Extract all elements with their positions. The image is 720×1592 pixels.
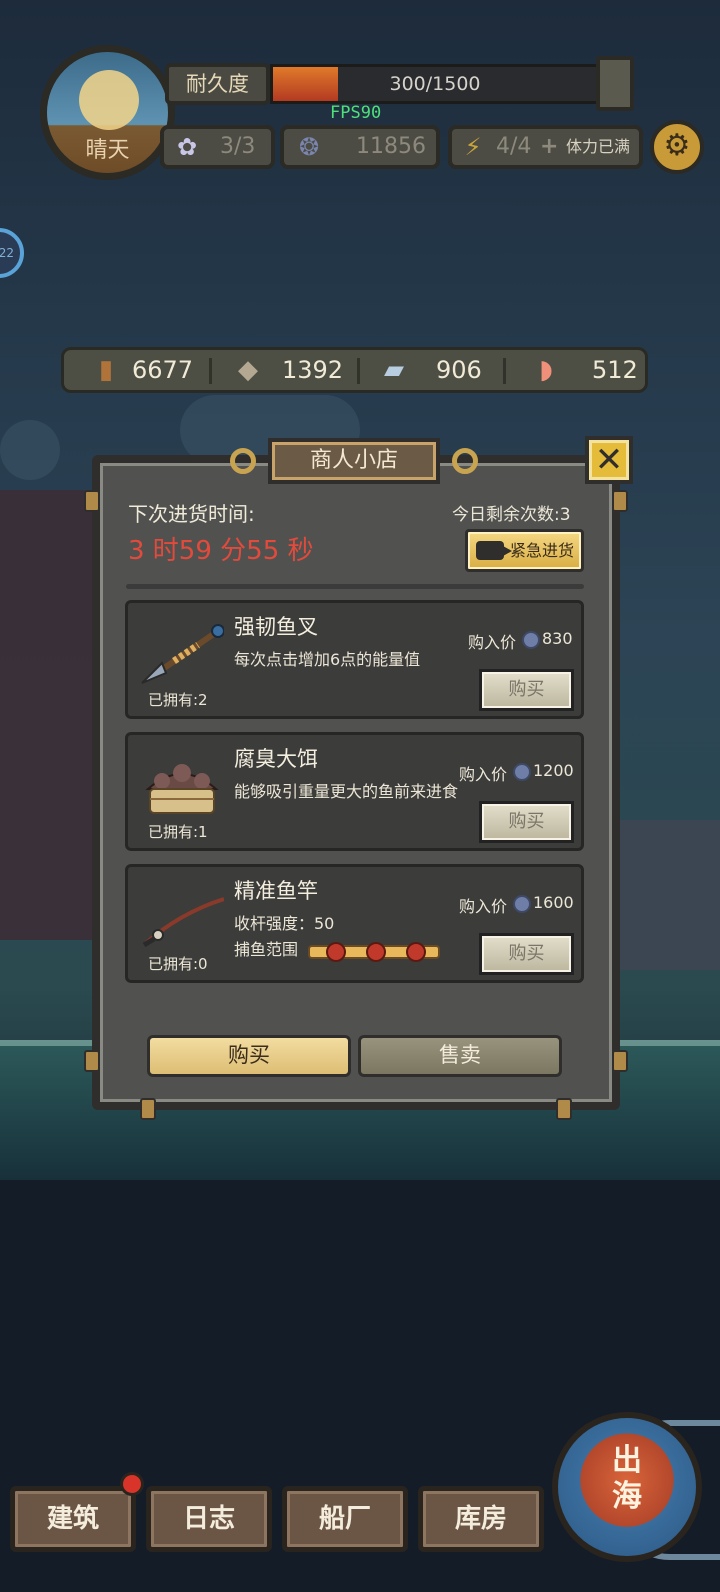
nav-log-button[interactable]: 日志	[146, 1486, 272, 1552]
range-marker	[366, 942, 386, 962]
weather-label: 晴天	[85, 138, 130, 163]
stamina-status: 体力已满	[566, 137, 631, 156]
buy-button[interactable]: 购买	[479, 801, 574, 843]
bait-value: 3/3	[220, 134, 256, 159]
cloud	[0, 420, 60, 480]
lightning-icon: ⚡	[464, 133, 482, 161]
buy-button[interactable]: 购买	[479, 669, 574, 711]
stamina-plus-icon[interactable]: +	[540, 129, 558, 165]
resource-bar: ▮ 6677 ◆ 1392 ▰ 906 ◗ 512	[61, 347, 648, 393]
coin-icon	[522, 631, 540, 649]
divider	[209, 358, 212, 384]
sun-icon	[79, 70, 139, 130]
item-name: 腐臭大饵	[234, 747, 318, 771]
tab-buy[interactable]: 购买	[147, 1035, 351, 1077]
range-marker	[326, 942, 346, 962]
item-name: 强韧鱼叉	[234, 615, 318, 639]
urgent-restock-label: 紧急进货	[510, 541, 575, 560]
tab-sell[interactable]: 售卖	[358, 1035, 562, 1077]
item-owned: 已拥有:0	[148, 955, 208, 973]
durability-bar-cap	[596, 56, 634, 111]
title-ring	[230, 448, 256, 474]
nav-warehouse-button[interactable]: 库房	[418, 1486, 544, 1552]
harpoon-icon	[141, 624, 224, 684]
next-restock-label: 下次进货时间:	[128, 502, 255, 526]
price-label: 购入价	[468, 633, 517, 652]
item-price: 830	[542, 629, 573, 648]
item-description: 收杆强度：50	[234, 914, 335, 933]
range-label: 捕鱼范围	[234, 940, 299, 959]
frame-bolt	[84, 490, 100, 512]
restock-countdown: 3 时59 分55 秒	[128, 536, 314, 566]
resource-value: 906	[436, 356, 482, 384]
item-description: 能够吸引重量更大的鱼前来进食	[234, 782, 459, 801]
iron-ingot-icon: ▰	[384, 355, 404, 385]
remaining-restocks: 今日剩余次数:3	[452, 505, 571, 525]
bait-bucket-icon	[145, 764, 219, 814]
divider	[357, 358, 360, 384]
resource-value: 1392	[282, 356, 344, 384]
go-to-sea-label: 出 海	[612, 1443, 642, 1514]
resource-value: 6677	[132, 356, 194, 384]
resource-wood: ▮ 6677	[88, 350, 208, 390]
stone-icon: ◆	[238, 355, 258, 385]
fishing-range-bar	[308, 942, 440, 962]
item-price: 1600	[533, 893, 574, 912]
stamina-counter[interactable]: ⚡ 4/4 + 体力已满	[448, 125, 643, 169]
durability-bar: 300/1500	[270, 64, 600, 104]
title-ring	[452, 448, 478, 474]
durability-text: 300/1500	[389, 73, 481, 95]
frame-bolt	[612, 490, 628, 512]
urgent-restock-button[interactable]: 紧急进货	[465, 529, 584, 572]
divider	[503, 358, 506, 384]
coin-icon: ❂	[298, 133, 320, 161]
item-owned: 已拥有:2	[148, 691, 208, 709]
item-owned: 已拥有:1	[148, 823, 208, 841]
notification-dot	[120, 1472, 144, 1496]
bait-counter[interactable]: ✿ 3/3	[160, 125, 275, 169]
coin-icon	[513, 763, 531, 781]
resource-iron: ▰ 906	[376, 350, 496, 390]
coin-icon	[513, 895, 531, 913]
flower-icon: ✿	[176, 133, 198, 161]
frame-bolt	[612, 1050, 628, 1072]
fish-meat-icon: ◗	[539, 355, 553, 385]
ship-hull-right	[610, 820, 720, 970]
section-divider	[126, 584, 584, 589]
frame-bolt	[556, 1098, 572, 1120]
resource-value: 512	[592, 356, 638, 384]
shop-item-rod: 精准鱼竿 收杆强度：50 捕鱼范围 已拥有:0 购入价 1600 购买	[125, 864, 584, 983]
buy-button[interactable]: 购买	[479, 933, 574, 975]
resource-fish-meat: ◗ 512	[528, 350, 648, 390]
coin-value: 11856	[356, 134, 426, 159]
shop-item-harpoon: 强韧鱼叉 每次点击增加6点的能量值 已拥有:2 购入价 830 购买	[125, 600, 584, 719]
side-badge-button[interactable]: 22	[0, 228, 24, 278]
stamina-value: 4/4	[496, 134, 532, 159]
fishing-rod-icon	[142, 897, 224, 948]
fps-counter: FPS90	[330, 103, 382, 123]
price-label: 购入价	[459, 897, 508, 916]
item-price: 1200	[533, 761, 574, 780]
frame-bolt	[140, 1098, 156, 1120]
coin-counter[interactable]: ❂ 11856	[280, 125, 440, 169]
item-name: 精准鱼竿	[234, 879, 318, 903]
range-marker	[406, 942, 426, 962]
item-description: 每次点击增加6点的能量值	[234, 650, 421, 669]
close-icon[interactable]: ✕	[585, 436, 633, 484]
durability-label: 耐久度	[165, 63, 270, 105]
go-to-sea-button[interactable]: 出 海	[552, 1412, 702, 1562]
price-label: 购入价	[459, 765, 508, 784]
weather-dial[interactable]: 晴天	[40, 45, 175, 180]
frame-bolt	[84, 1050, 100, 1072]
shop-item-bait: 腐臭大饵 能够吸引重量更大的鱼前来进食 已拥有:1 购入价 1200 购买	[125, 732, 584, 851]
video-camera-icon	[476, 541, 512, 560]
settings-gear-icon[interactable]: ⚙	[650, 120, 704, 174]
resource-stone: ◆ 1392	[230, 350, 350, 390]
shop-title: 商人小店	[268, 438, 440, 484]
wood-icon: ▮	[98, 355, 114, 385]
nav-build-button[interactable]: 建筑	[10, 1486, 136, 1552]
nav-shipyard-button[interactable]: 船厂	[282, 1486, 408, 1552]
